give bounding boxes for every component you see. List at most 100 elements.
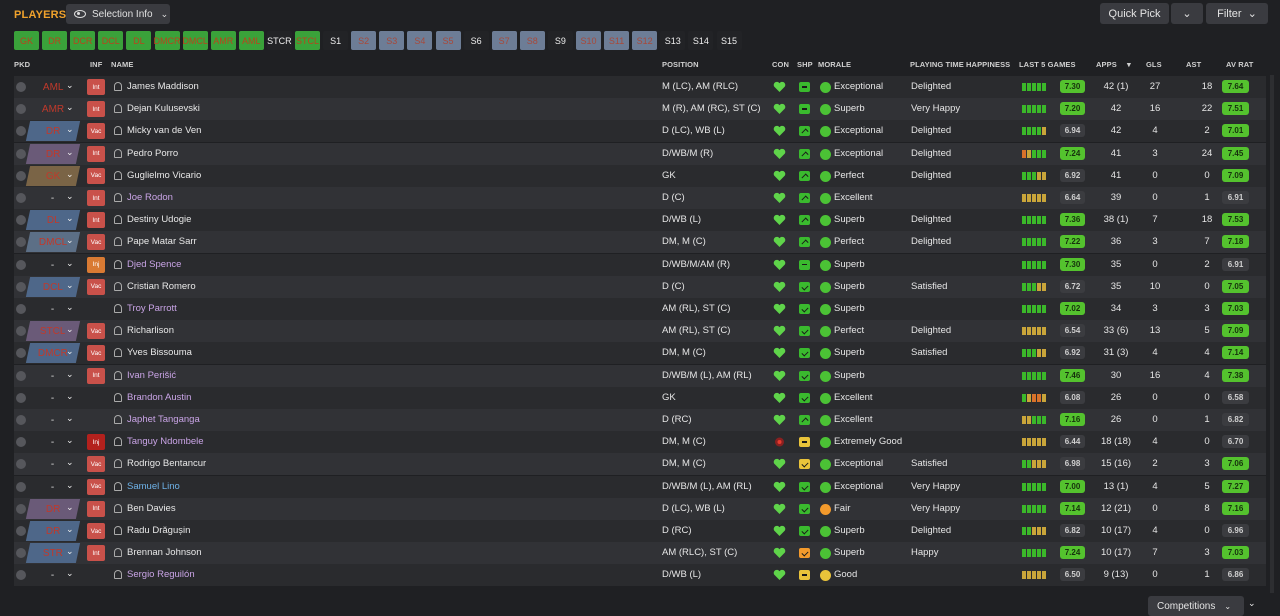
player-name[interactable]: Pedro Porro: [127, 148, 178, 159]
table-row[interactable]: DMCR ⌄ Vac Yves Bissouma DM, M (C) Superb Sati…: [14, 342, 1266, 365]
quick-pick-button[interactable]: Quick Pick: [1100, 3, 1169, 24]
table-row[interactable]: AMR ⌄ Int Dejan Kulusevski M (R), AM (RC), S…: [14, 98, 1266, 121]
position-chip[interactable]: STCR: [266, 31, 292, 50]
player-name[interactable]: Dejan Kulusevski: [127, 103, 200, 114]
pick-toggle[interactable]: [16, 526, 26, 536]
position-chip[interactable]: S14: [688, 31, 714, 50]
col-ast[interactable]: AST: [1186, 60, 1201, 69]
col-inf[interactable]: INF: [90, 60, 102, 69]
table-row[interactable]: - ⌄ Inj Djed Spence D/WB/M/AM (R) Superb 7.30 3…: [14, 253, 1266, 276]
position-chip[interactable]: S5: [435, 31, 461, 50]
player-name[interactable]: Guglielmo Vicario: [127, 170, 201, 181]
col-last5[interactable]: LAST 5 GAMES: [1019, 60, 1076, 69]
chevron-down-icon[interactable]: ⌄: [66, 391, 74, 402]
position-chip[interactable]: DCL: [98, 31, 124, 50]
chevron-down-icon[interactable]: ⌄: [66, 435, 74, 446]
table-row[interactable]: - ⌄ Int Ivan Perišić D/WB/M (L), AM (RL) Supe…: [14, 364, 1266, 387]
chevron-down-icon[interactable]: ⌄: [66, 213, 74, 224]
player-name[interactable]: Samuel Lino: [127, 481, 180, 492]
pick-toggle[interactable]: [16, 348, 26, 359]
chevron-down-icon[interactable]: ⌄: [66, 502, 74, 513]
table-row[interactable]: - ⌄ Vac Rodrigo Bentancur DM, M (C) Exception…: [14, 453, 1266, 476]
pick-toggle[interactable]: [16, 259, 26, 270]
table-row[interactable]: DL ⌄ Int Destiny Udogie D/WB (L) Superb Deligh…: [14, 209, 1266, 232]
player-name[interactable]: James Maddison: [127, 81, 199, 92]
position-chip[interactable]: S1: [323, 31, 349, 50]
chevron-down-icon[interactable]: ⌄: [66, 413, 74, 424]
col-shp[interactable]: SHP: [797, 60, 813, 69]
position-chip[interactable]: S15: [716, 31, 742, 50]
position-chip[interactable]: S3: [379, 31, 405, 50]
chevron-down-icon[interactable]: ⌄: [66, 280, 74, 291]
pick-toggle[interactable]: [16, 126, 26, 137]
pick-toggle[interactable]: [16, 459, 26, 470]
selection-info-button[interactable]: Selection Info ⌄: [66, 4, 170, 24]
pick-toggle[interactable]: [16, 415, 26, 425]
pick-toggle[interactable]: [16, 326, 26, 337]
player-name[interactable]: Ben Davies: [127, 503, 176, 514]
position-chip[interactable]: AML: [238, 31, 264, 50]
position-chip[interactable]: DR: [42, 31, 68, 50]
pick-toggle[interactable]: [16, 237, 26, 248]
chevron-down-icon[interactable]: ⌄: [1248, 598, 1256, 609]
chevron-down-icon[interactable]: ⌄: [66, 546, 74, 557]
player-name[interactable]: Destiny Udogie: [127, 214, 191, 225]
pick-toggle[interactable]: [16, 193, 26, 203]
table-row[interactable]: - ⌄ Brandon Austin GK Excellent 6.08 26 0 0 6.58: [14, 386, 1266, 409]
pick-toggle[interactable]: [16, 215, 26, 226]
chevron-down-icon[interactable]: ⌄: [66, 369, 74, 380]
position-chip[interactable]: S2: [351, 31, 377, 50]
position-chip[interactable]: S8: [519, 31, 545, 50]
table-row[interactable]: AML ⌄ Int James Maddison M (LC), AM (RLC) Exc…: [14, 76, 1266, 98]
pick-toggle[interactable]: [16, 304, 26, 314]
pick-toggle[interactable]: [16, 370, 26, 381]
chevron-down-icon[interactable]: ⌄: [66, 457, 74, 468]
position-chip[interactable]: S13: [660, 31, 686, 50]
col-apps[interactable]: APPS: [1096, 60, 1117, 69]
table-row[interactable]: STCL ⌄ Vac Richarlison AM (RL), ST (C) Perfec…: [14, 320, 1266, 343]
pick-toggle[interactable]: [16, 437, 26, 448]
chevron-down-icon[interactable]: ⌄: [66, 302, 74, 313]
chevron-down-icon[interactable]: ⌄: [66, 258, 74, 269]
player-name[interactable]: Radu Drăgușin: [127, 525, 190, 536]
table-row[interactable]: DMCL ⌄ Vac Pape Matar Sarr DM, M (C) Perfect D…: [14, 231, 1266, 254]
table-row[interactable]: DR ⌄ Int Pedro Porro D/WB/M (R) Exceptional De…: [14, 142, 1266, 165]
player-name[interactable]: Richarlison: [127, 325, 174, 336]
player-name[interactable]: Ivan Perišić: [127, 370, 176, 381]
col-morale[interactable]: MORALE: [818, 60, 851, 69]
position-chip[interactable]: GK: [14, 31, 39, 50]
player-name[interactable]: Sergio Reguilón: [127, 569, 195, 580]
chevron-down-icon[interactable]: ⌄: [66, 346, 74, 357]
position-chip[interactable]: DMCR: [154, 31, 181, 50]
col-pkd[interactable]: PKD: [14, 60, 30, 69]
position-chip[interactable]: STCL: [295, 31, 320, 50]
position-chip[interactable]: DCR: [70, 31, 96, 50]
pick-toggle[interactable]: [16, 392, 26, 403]
position-chip[interactable]: S10: [576, 31, 601, 50]
pick-toggle[interactable]: [16, 548, 26, 559]
position-chip[interactable]: DMCL: [182, 31, 208, 50]
quick-pick-dropdown[interactable]: ⌄: [1171, 3, 1203, 24]
player-name[interactable]: Djed Spence: [127, 259, 181, 270]
col-happiness[interactable]: PLAYING TIME HAPPINESS: [910, 60, 1010, 69]
filter-button[interactable]: Filter ⌄: [1206, 3, 1268, 24]
table-row[interactable]: - ⌄ Int Joe Rodon D (C) Excellent 6.64 39 0 1 6.91: [14, 187, 1266, 209]
position-chip[interactable]: S4: [407, 31, 433, 50]
player-name[interactable]: Tanguy Ndombele: [127, 436, 204, 447]
player-name[interactable]: Micky van de Ven: [127, 125, 201, 136]
pick-toggle[interactable]: [16, 104, 26, 115]
table-row[interactable]: DR ⌄ Int Ben Davies D (LC), WB (L) Fair Very H…: [14, 497, 1266, 520]
position-chip[interactable]: DL: [126, 31, 152, 50]
pick-toggle[interactable]: [16, 148, 26, 159]
table-row[interactable]: - ⌄ Japhet Tanganga D (RC) Excellent 7.16 26 0 1…: [14, 409, 1266, 431]
chevron-down-icon[interactable]: ⌄: [66, 80, 74, 91]
table-row[interactable]: - ⌄ Vac Samuel Lino D/WB/M (L), AM (RL) Excep…: [14, 475, 1266, 498]
chevron-down-icon[interactable]: ⌄: [66, 480, 74, 491]
chevron-down-icon[interactable]: ⌄: [66, 568, 74, 579]
player-name[interactable]: Brennan Johnson: [127, 547, 201, 558]
pick-toggle[interactable]: [16, 503, 26, 514]
chevron-down-icon[interactable]: ⌄: [66, 102, 74, 113]
player-name[interactable]: Cristian Romero: [127, 281, 196, 292]
pick-toggle[interactable]: [16, 570, 26, 581]
player-name[interactable]: Yves Bissouma: [127, 347, 192, 358]
